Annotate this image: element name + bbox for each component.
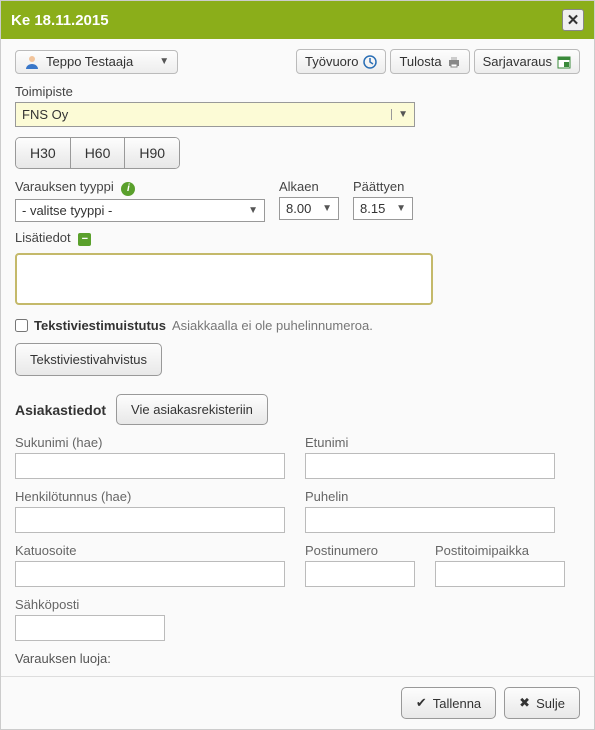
duration-h90[interactable]: H90 — [125, 138, 179, 168]
sms-reminder-label: Tekstiviestimuistutus — [34, 318, 166, 333]
lastname-input[interactable] — [15, 453, 285, 479]
city-label: Postitoimipaikka — [435, 543, 565, 558]
city-input[interactable] — [435, 561, 565, 587]
booking-type-value: - valitse tyyppi - — [22, 203, 112, 218]
ssn-label: Henkilötunnus (hae) — [15, 489, 285, 504]
chevron-down-icon: ▼ — [248, 205, 258, 216]
duration-h60[interactable]: H60 — [71, 138, 126, 168]
postcode-label: Postinumero — [305, 543, 415, 558]
end-time-value: 8.15 — [360, 201, 385, 216]
duration-h30[interactable]: H30 — [16, 138, 71, 168]
end-label: Päättyen — [353, 179, 413, 194]
close-footer-button[interactable]: ✖ Sulje — [504, 687, 580, 719]
toimipiste-value: FNS Oy — [22, 107, 68, 122]
dialog-footer: ✔ Tallenna ✖ Sulje — [1, 676, 594, 729]
booking-creator: Varauksen luoja: — [15, 651, 580, 666]
close-button[interactable]: ✕ — [562, 9, 584, 31]
title-bar: Ke 18.11.2015 ✕ — [1, 1, 594, 39]
phone-label: Puhelin — [305, 489, 555, 504]
export-customer-button[interactable]: Vie asiakasrekisteriin — [116, 394, 268, 425]
sms-confirm-button[interactable]: Tekstiviestivahvistus — [15, 343, 162, 376]
firstname-label: Etunimi — [305, 435, 555, 450]
close-icon: ✕ — [567, 11, 580, 29]
customer-heading: Asiakastiedot — [15, 402, 106, 418]
phone-input[interactable] — [305, 507, 555, 533]
dialog-title: Ke 18.11.2015 — [11, 12, 109, 29]
booking-dialog: Ke 18.11.2015 ✕ Teppo Testaaja ▼ Työvuor… — [0, 0, 595, 730]
save-button[interactable]: ✔ Tallenna — [401, 687, 496, 719]
ssn-input[interactable] — [15, 507, 285, 533]
start-time-value: 8.00 — [286, 201, 311, 216]
print-label: Tulosta — [399, 54, 441, 69]
street-label: Katuosoite — [15, 543, 285, 558]
info-icon[interactable]: i — [121, 182, 135, 196]
chevron-down-icon: ▼ — [391, 109, 408, 120]
printer-icon — [447, 55, 461, 69]
person-select[interactable]: Teppo Testaaja ▼ — [15, 50, 178, 74]
chevron-down-icon: ▼ — [322, 203, 332, 214]
booking-type-select[interactable]: - valitse tyyppi - ▼ — [15, 199, 265, 222]
series-booking-label: Sarjavaraus — [483, 54, 552, 69]
start-time-select[interactable]: 8.00 ▼ — [279, 197, 339, 220]
sms-reminder-note: Asiakkaalla ei ole puhelinnumeroa. — [172, 318, 373, 333]
toimipiste-select[interactable]: FNS Oy ▼ — [15, 102, 415, 127]
end-time-select[interactable]: 8.15 ▼ — [353, 197, 413, 220]
postcode-input[interactable] — [305, 561, 415, 587]
series-booking-button[interactable]: Sarjavaraus — [474, 49, 580, 74]
start-label: Alkaen — [279, 179, 339, 194]
person-icon — [24, 54, 40, 70]
calendar-icon — [557, 55, 571, 69]
notes-label: Lisätiedot − — [15, 230, 580, 246]
dialog-content: Teppo Testaaja ▼ Työvuoro Tulosta Sarjav… — [1, 39, 594, 676]
shift-button[interactable]: Työvuoro — [296, 49, 386, 74]
chevron-down-icon: ▼ — [159, 56, 169, 67]
minus-icon[interactable]: − — [78, 233, 91, 246]
booking-type-label: Varauksen tyyppi i — [15, 179, 265, 196]
email-input[interactable] — [15, 615, 165, 641]
print-button[interactable]: Tulosta — [390, 49, 469, 74]
notes-textarea[interactable] — [15, 253, 433, 305]
firstname-input[interactable] — [305, 453, 555, 479]
sms-reminder-checkbox[interactable] — [15, 319, 28, 332]
shift-label: Työvuoro — [305, 54, 358, 69]
chevron-down-icon: ▼ — [396, 203, 406, 214]
clock-icon — [363, 55, 377, 69]
street-input[interactable] — [15, 561, 285, 587]
email-label: Sähköposti — [15, 597, 165, 612]
check-icon: ✔ — [416, 695, 427, 711]
lastname-label: Sukunimi (hae) — [15, 435, 285, 450]
toimipiste-label: Toimipiste — [15, 84, 580, 99]
person-name: Teppo Testaaja — [46, 54, 153, 69]
x-icon: ✖ — [519, 695, 530, 711]
duration-segments: H30 H60 H90 — [15, 137, 180, 169]
